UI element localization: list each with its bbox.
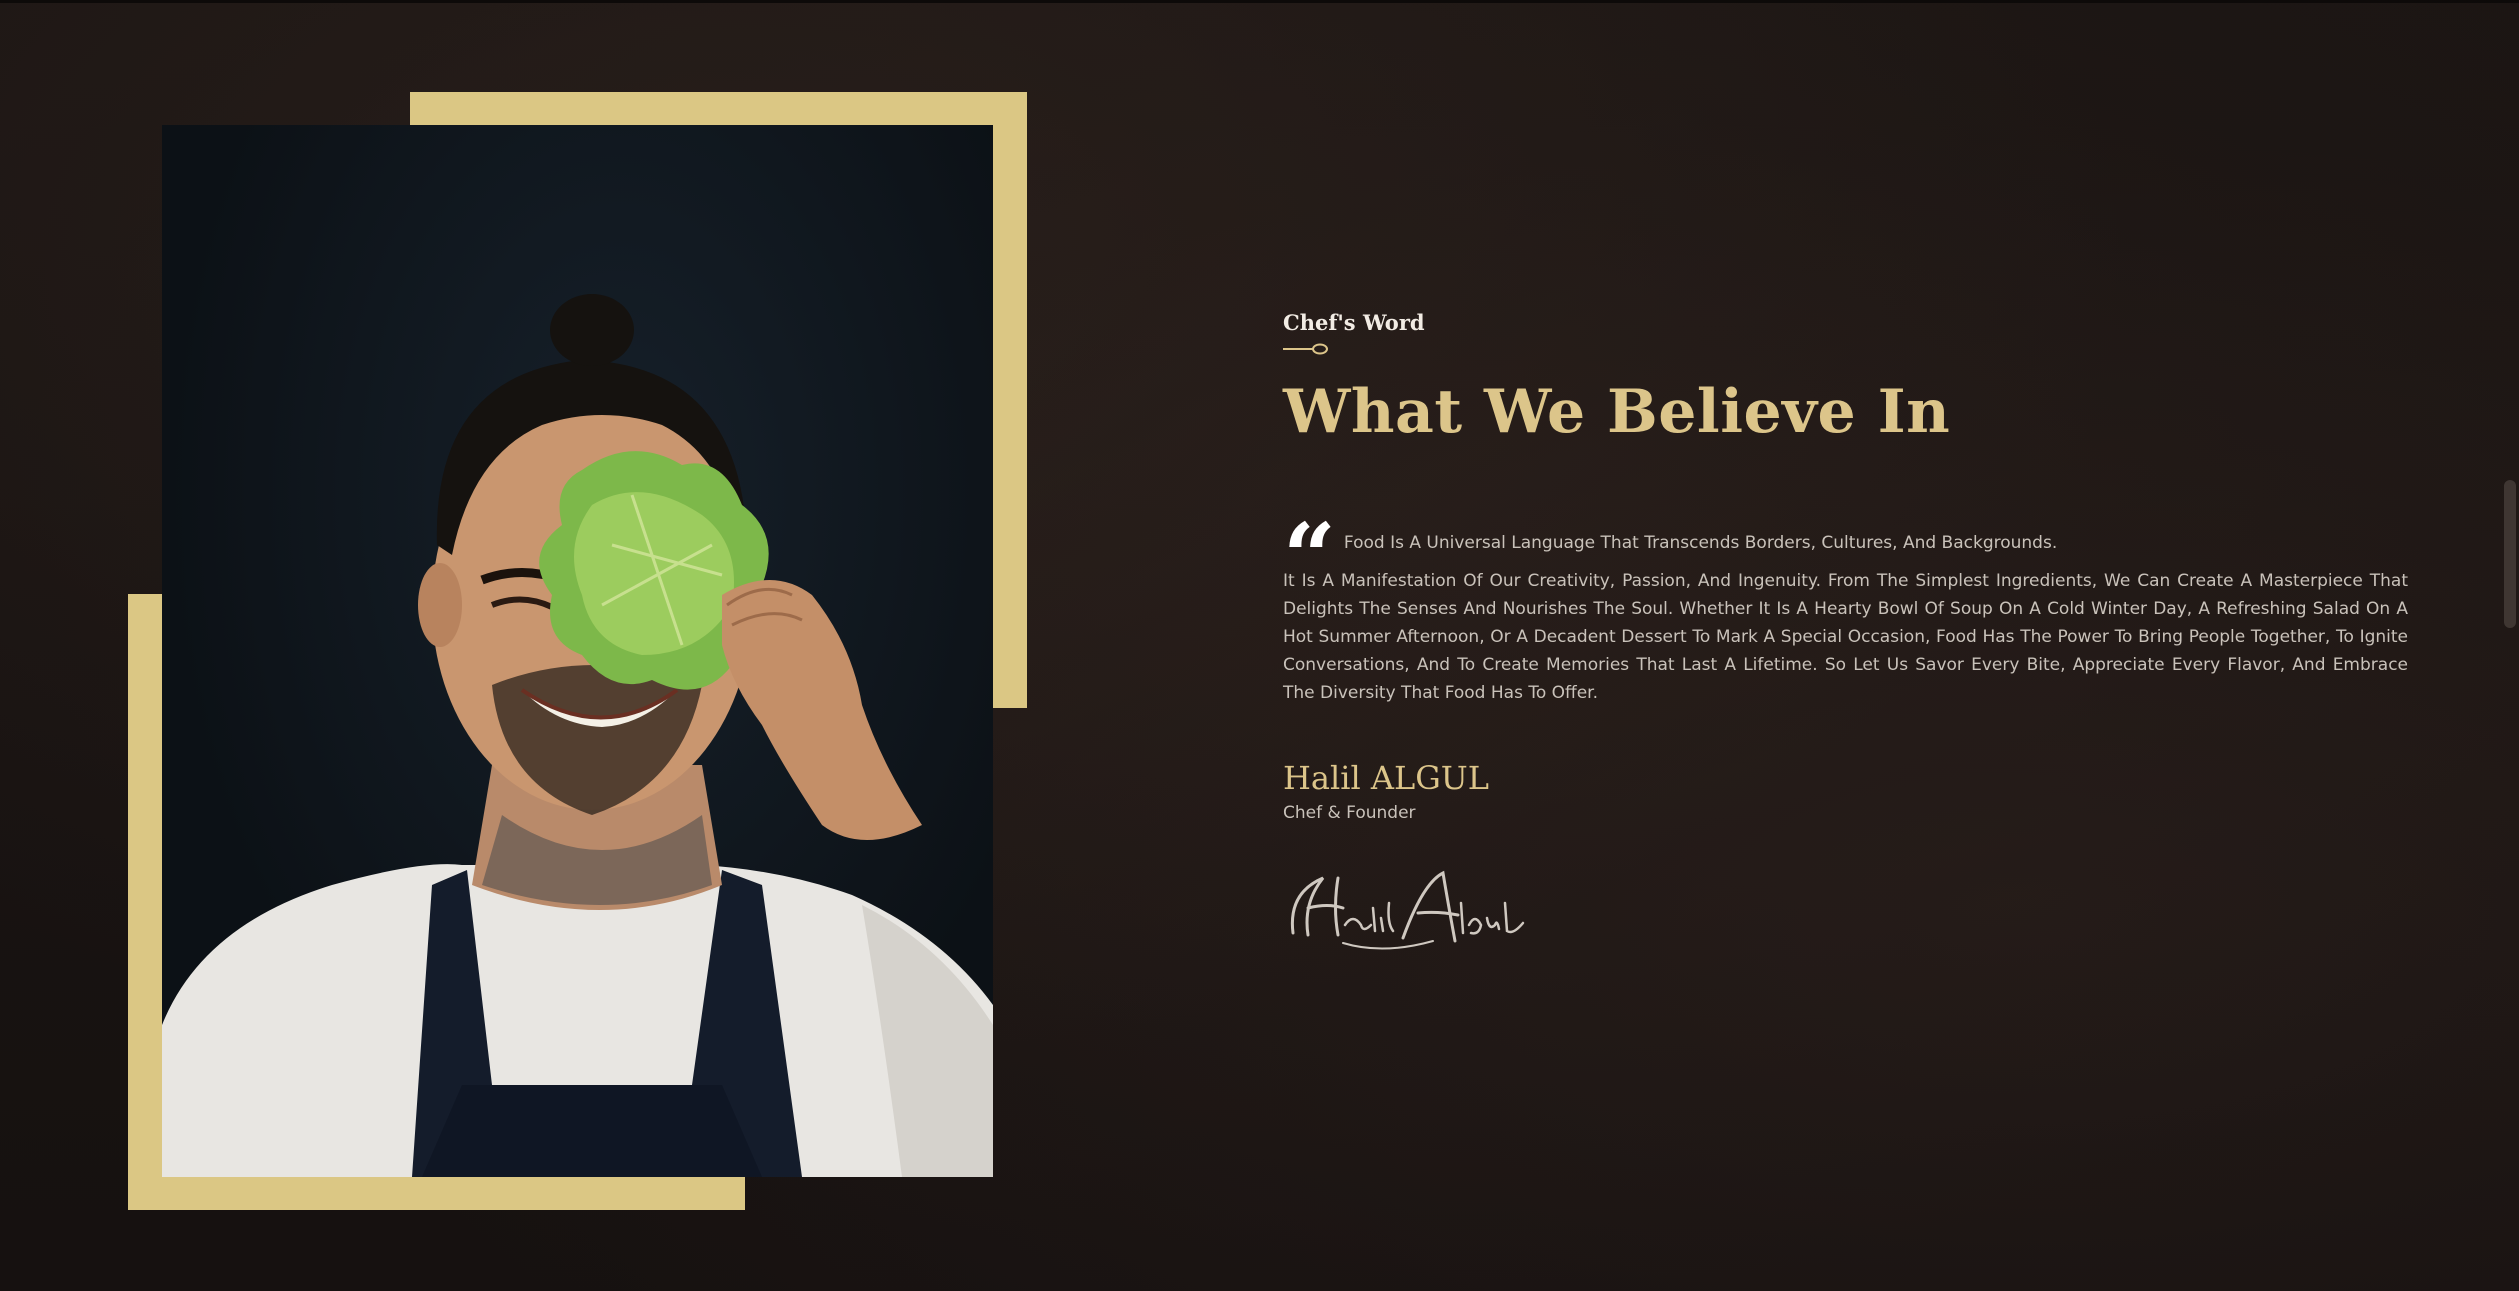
quote-icon: “ [1283, 503, 1336, 611]
section-eyebrow: Chef's Word [1283, 310, 1425, 335]
whisk-divider-icon [1283, 343, 1328, 355]
chef-quote: “ Food Is A Universal Language That Trans… [1283, 503, 2408, 707]
top-divider [0, 0, 2519, 3]
quote-body: It Is A Manifestation Of Our Creativity,… [1283, 571, 2408, 703]
section-title: What We Believe In [1283, 377, 1951, 447]
chef-illustration [162, 294, 993, 1177]
chef-word-section: Chef's Word What We Believe In “ Food Is … [1283, 310, 2408, 953]
page: Chef's Word What We Believe In “ Food Is … [0, 0, 2519, 1291]
signature [1283, 863, 2408, 953]
scrollbar-thumb[interactable] [2504, 480, 2516, 628]
author-name: Halil ALGUL [1283, 759, 1489, 797]
quote-lead: Food Is A Universal Language That Transc… [1343, 533, 2058, 553]
author-role: Chef & Founder [1283, 803, 1416, 823]
chef-photo [162, 125, 993, 1177]
signature-image [1290, 870, 1525, 950]
scrollbar[interactable] [2502, 0, 2519, 1291]
